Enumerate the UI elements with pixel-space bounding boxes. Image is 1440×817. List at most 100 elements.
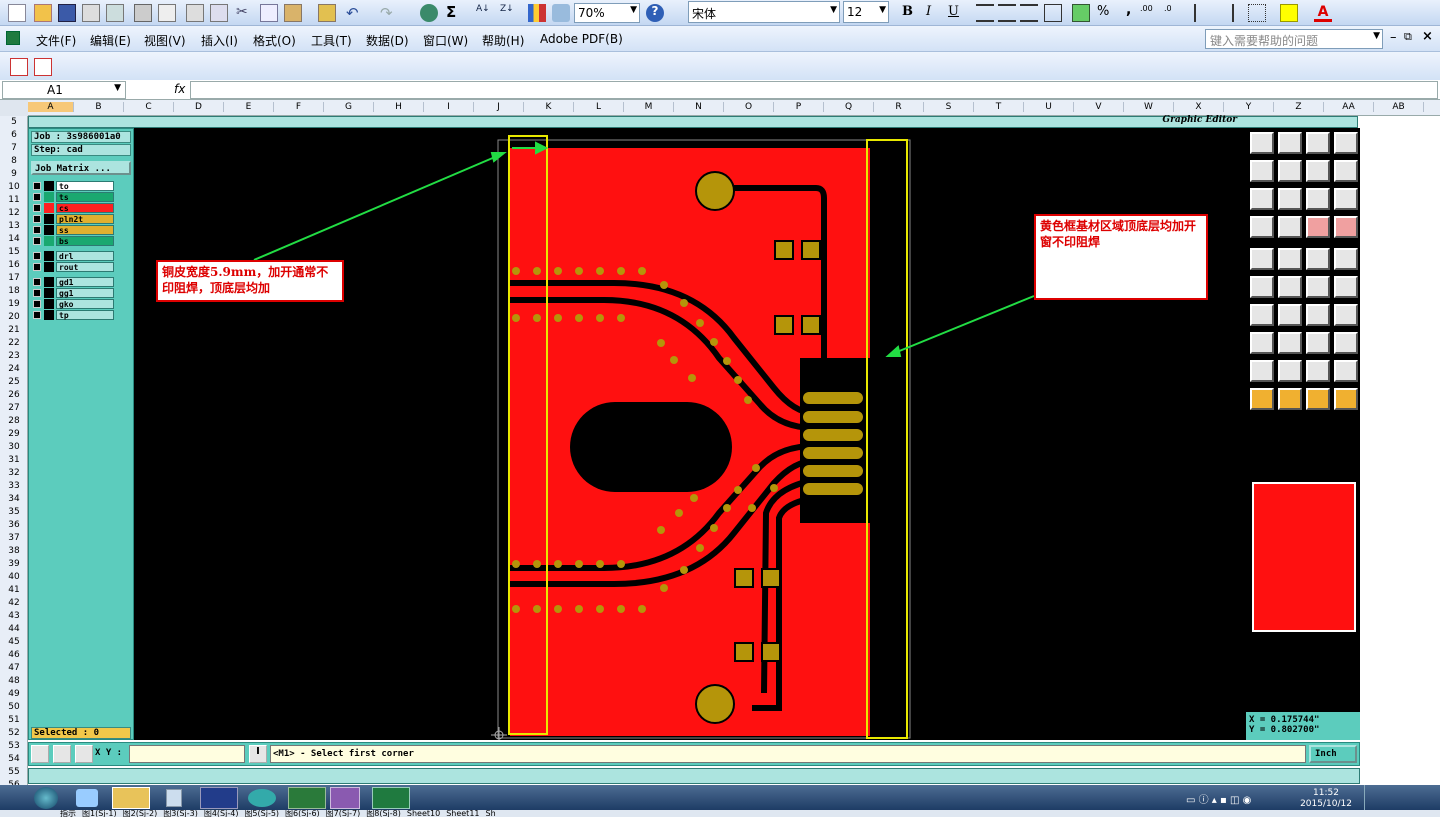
minimize-icon[interactable]: – [1390, 30, 1397, 45]
column-header-g[interactable]: G [324, 102, 374, 112]
drawing-icon[interactable] [552, 4, 570, 22]
cut-icon[interactable]: ✂ [236, 4, 254, 22]
zoom-select[interactable]: 70% ▼ [574, 3, 640, 23]
row-header-10[interactable]: 10 [0, 181, 28, 194]
column-header-j[interactable]: J [474, 102, 524, 112]
comma-button[interactable]: , [1126, 2, 1131, 18]
sheet-tab[interactable]: 指示 [60, 810, 76, 817]
column-header-m[interactable]: M [624, 102, 674, 112]
decrease-decimal-icon[interactable]: .0 [1164, 4, 1182, 22]
bold-button[interactable]: B [902, 4, 913, 19]
layer-row-to[interactable]: to [33, 181, 115, 191]
layer-row-gd1[interactable]: gd1 [33, 277, 115, 287]
column-header-q[interactable]: Q [824, 102, 874, 112]
sheet-tab[interactable]: Sh [486, 810, 496, 817]
layer-row-pln2t[interactable]: pln2t [33, 214, 115, 224]
column-header-d[interactable]: D [174, 102, 224, 112]
column-header-l[interactable]: L [574, 102, 624, 112]
row-header-54[interactable]: 54 [0, 753, 28, 766]
row-header-17[interactable]: 17 [0, 272, 28, 285]
layer-checkbox[interactable] [33, 226, 41, 234]
row-header-47[interactable]: 47 [0, 662, 28, 675]
column-header-v[interactable]: V [1074, 102, 1124, 112]
show-desktop-button[interactable] [1364, 785, 1376, 811]
taskbar-app-save[interactable] [200, 787, 238, 809]
column-header-p[interactable]: P [774, 102, 824, 112]
column-header-o[interactable]: O [724, 102, 774, 112]
row-header-12[interactable]: 12 [0, 207, 28, 220]
row-header-52[interactable]: 52 [0, 727, 28, 740]
row-header-30[interactable]: 30 [0, 441, 28, 454]
percent-button[interactable]: % [1097, 4, 1109, 19]
layer-checkbox[interactable] [33, 204, 41, 212]
column-header-r[interactable]: R [874, 102, 924, 112]
clock[interactable]: 11:52 2015/10/12 [1296, 788, 1356, 810]
add-via-tool-icon[interactable] [1334, 248, 1358, 270]
row-header-9[interactable]: 9 [0, 168, 28, 181]
select-3-tool-icon[interactable] [1306, 388, 1330, 410]
row-header-38[interactable]: 38 [0, 545, 28, 558]
add-line-tool-icon[interactable] [1278, 248, 1302, 270]
layer-checkbox[interactable] [33, 311, 41, 319]
row-header-50[interactable]: 50 [0, 701, 28, 714]
layer-checkbox[interactable] [33, 193, 41, 201]
pad-gap-tool-icon[interactable] [1250, 332, 1274, 354]
row-header-22[interactable]: 22 [0, 337, 28, 350]
angle-1-tool-icon[interactable] [1250, 304, 1274, 326]
row-header-16[interactable]: 16 [0, 259, 28, 272]
taskbar-app-eye[interactable] [248, 789, 276, 807]
menu-adobe-pdf[interactable]: Adobe PDF(B) [540, 32, 623, 46]
fill-color-icon[interactable] [1280, 4, 1298, 22]
formula-input[interactable] [190, 81, 1438, 99]
layer-checkbox[interactable] [33, 289, 41, 297]
redo-icon[interactable]: ↷ [380, 4, 398, 22]
font-name-select[interactable]: 宋体 ▼ [688, 1, 840, 23]
taskbar-app-genesis[interactable] [288, 787, 326, 809]
menu-data[interactable]: 数据(D) [366, 32, 409, 49]
sheet-tab[interactable]: Sheet10 [407, 810, 440, 817]
select-all-corner[interactable] [0, 100, 28, 116]
menu-file[interactable]: 文件(F) [36, 32, 76, 49]
layer-row-ss[interactable]: ss [33, 225, 115, 235]
row-header-25[interactable]: 25 [0, 376, 28, 389]
hyperlink-icon[interactable] [420, 4, 438, 22]
print-preview-icon[interactable] [158, 4, 176, 22]
layer-checkbox[interactable] [33, 252, 41, 260]
layer-checkbox[interactable] [33, 300, 41, 308]
layer-row-gg1[interactable]: gg1 [33, 288, 115, 298]
column-header-n[interactable]: N [674, 102, 724, 112]
sheet-tab[interactable]: 图4(Sj-4) [204, 810, 239, 817]
draw-3-tool-icon[interactable] [1306, 360, 1330, 382]
add-pad-tool-icon[interactable] [1250, 248, 1274, 270]
row-header-36[interactable]: 36 [0, 519, 28, 532]
column-header-t[interactable]: T [974, 102, 1024, 112]
mirror-tool-icon[interactable] [1334, 160, 1358, 182]
column-header-aa[interactable]: AA [1324, 102, 1374, 112]
arc-tool-icon[interactable] [1306, 304, 1330, 326]
row-header-6[interactable]: 6 [0, 129, 28, 142]
row-header-21[interactable]: 21 [0, 324, 28, 337]
menu-window[interactable]: 窗口(W) [423, 32, 468, 49]
move-down-tool-icon[interactable] [1278, 132, 1302, 154]
tray-icons[interactable]: ▭ ⓘ ▴ ▪ ◫ ◉ [1186, 791, 1272, 806]
row-header-48[interactable]: 48 [0, 675, 28, 688]
row-header-45[interactable]: 45 [0, 636, 28, 649]
column-header-u[interactable]: U [1024, 102, 1074, 112]
cross-tool-icon[interactable] [1278, 276, 1302, 298]
row-header-34[interactable]: 34 [0, 493, 28, 506]
column-header-w[interactable]: W [1124, 102, 1174, 112]
row-header-29[interactable]: 29 [0, 428, 28, 441]
select-2-tool-icon[interactable] [1278, 388, 1302, 410]
name-box[interactable]: A1 ▼ [2, 81, 126, 99]
row-header-42[interactable]: 42 [0, 597, 28, 610]
chart-wizard-icon[interactable] [528, 4, 546, 22]
select-4-tool-icon[interactable] [1334, 388, 1358, 410]
text-tool-icon[interactable] [1334, 304, 1358, 326]
taskbar-app-excel[interactable] [372, 787, 410, 809]
restore-icon[interactable]: ⧉ [1404, 30, 1412, 44]
layer-row-drl[interactable]: drl [33, 251, 115, 261]
row-header-24[interactable]: 24 [0, 363, 28, 376]
pdf-email-icon[interactable] [34, 58, 52, 76]
layer-row-cs[interactable]: cs [33, 203, 115, 213]
job-matrix-button[interactable]: Job Matrix ... [31, 161, 131, 175]
